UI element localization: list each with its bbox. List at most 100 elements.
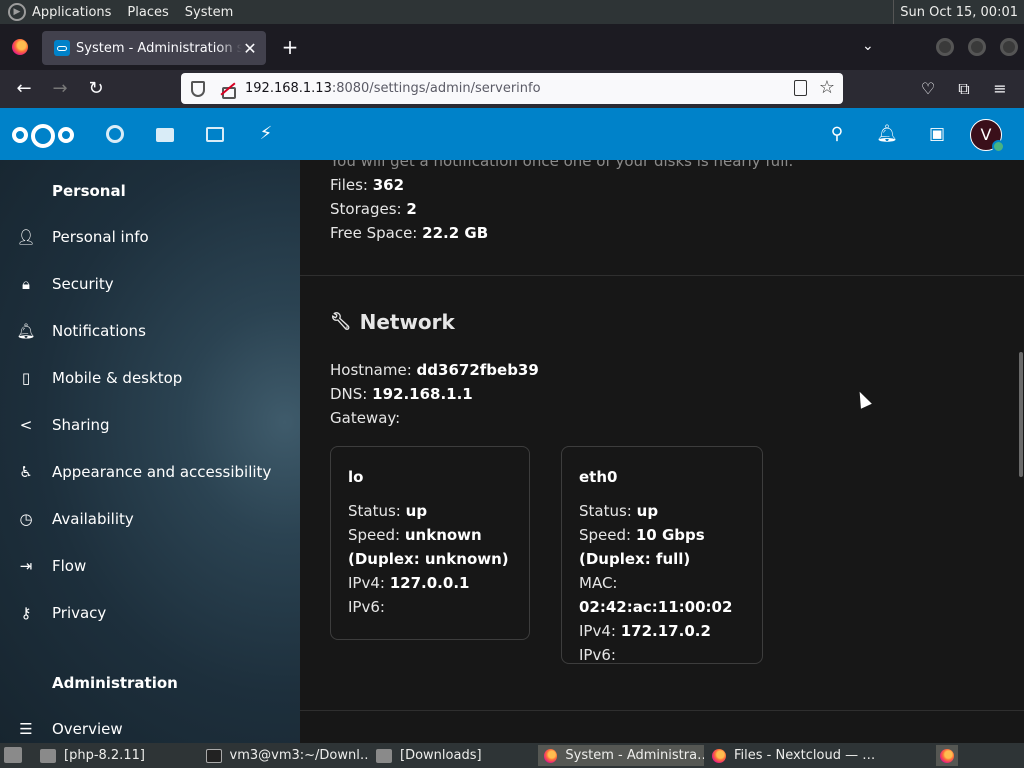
serverinfo-content: You will get a notification once one of … [300,160,1024,743]
sidebar-item-appearance[interactable]: ♿︎ Appearance and accessibility [0,452,300,492]
section-divider [300,275,1024,276]
url-text[interactable]: 192.168.1.13:8080/settings/admin/serveri… [245,81,541,96]
notifications-bell-icon[interactable]: 🔔︎ [876,123,898,145]
active-tab[interactable]: System - Administration settings ✕ [42,31,266,65]
url-bar[interactable]: 192.168.1.13:8080/settings/admin/serveri… [181,73,843,104]
list-all-tabs-chevron-icon[interactable]: ⌄ [862,38,874,54]
sidebar-item-notifications[interactable]: 🔔︎ Notifications [0,311,300,351]
share-icon: < [19,416,33,434]
reload-button[interactable]: ↻ [85,78,107,100]
sidebar-item-label: Mobile & desktop [52,369,183,387]
reader-view-icon[interactable] [794,80,807,96]
insecure-connection-lock-icon[interactable] [219,81,236,99]
sidebar-item-label: Notifications [52,322,146,340]
files-app-icon[interactable] [156,128,174,142]
firefox-icon[interactable] [12,39,28,55]
distro-logo-icon[interactable]: ▶ [8,3,26,21]
taskbar-item[interactable]: [php-8.2.11] [34,745,194,766]
section-divider [300,710,1024,711]
phone-icon: ▯ [21,369,31,387]
interface-status: Status: up [348,502,428,520]
sidebar-item-personal-info[interactable]: 👤︎ Personal info [0,217,300,257]
places-menu[interactable]: Places [127,5,168,20]
tray-firefox-icon[interactable] [936,745,958,766]
interface-ipv6: IPv6: [579,646,616,664]
interface-name: eth0 [579,468,618,486]
bell-icon: 🔔︎ [16,322,36,340]
new-tab-button[interactable]: + [278,36,302,60]
browser-nav-bar: ← → ↻ 192.168.1.13:8080/settings/admin/s… [0,70,1024,108]
sidebar-item-mobile-desktop[interactable]: ▯ Mobile & desktop [0,358,300,398]
storages-count: Storages: 2 [330,200,417,218]
dashboard-app-icon[interactable] [106,125,124,143]
sidebar-item-label: Privacy [52,604,107,622]
files-count: Files: 362 [330,176,405,194]
minimize-window-button[interactable] [936,38,954,56]
lock-icon: 🔒︎ [22,275,30,293]
close-tab-icon[interactable]: ✕ [242,39,258,58]
firefox-icon [544,748,558,763]
sidebar-item-label: Overview [52,720,123,738]
sidebar-item-overview[interactable]: ☰ Overview [0,709,300,743]
nextcloud-logo-icon[interactable] [12,124,76,148]
forward-button[interactable]: → [49,78,71,100]
applications-menu[interactable]: Applications [32,5,111,20]
online-status-icon [992,140,1005,153]
activity-app-icon[interactable]: ⚡ [256,124,276,144]
content-scrollbar[interactable] [1019,352,1023,477]
sidebar-item-label: Security [52,275,114,293]
bookmark-star-icon[interactable]: ☆ [819,78,835,98]
administration-caption: Administration [52,674,178,692]
sidebar-item-security[interactable]: 🔒︎ Security [0,264,300,304]
tab-title: System - Administration settings [76,40,242,56]
browser-tab-bar: System - Administration settings ✕ + ⌄ [0,24,1024,70]
pocket-icon[interactable]: ♡ [917,78,939,100]
sidebar-item-label: Sharing [52,416,110,434]
taskbar-item-active[interactable]: System - Administra… [538,745,704,766]
clock-icon: ◷ [19,510,33,528]
user-avatar[interactable]: V [970,119,1005,153]
panel-clock[interactable]: Sun Oct 15, 00:01 [893,0,1024,24]
back-button[interactable]: ← [13,78,35,100]
sidebar-item-privacy[interactable]: ⚷ Privacy [0,593,300,633]
taskbar-item[interactable]: Files - Nextcloud — … [706,745,876,766]
extensions-icon[interactable]: ⧉ [953,78,975,100]
folder-icon [376,748,392,763]
sidebar-item-label: Availability [52,510,134,528]
show-desktop-icon[interactable] [4,747,22,763]
interface-ipv4: IPv4: 172.17.0.2 [579,622,711,640]
gnome-top-panel: ▶ Applications Places System Sun Oct 15,… [0,0,1024,24]
interface-name: lo [348,468,364,486]
free-space: Free Space: 22.2 GB [330,224,489,242]
taskbar-item[interactable]: vm3@vm3:~/Downl… [200,745,368,766]
nextcloud-favicon-icon [54,40,70,56]
user-icon: 👤︎ [16,228,36,246]
dns: DNS: 192.168.1.1 [330,385,473,403]
wrench-icon: 🔧︎ [330,312,352,332]
interface-status: Status: up [579,502,659,520]
list-icon: ☰ [19,720,33,738]
interface-speed: Speed: unknown (Duplex: unknown) [348,526,509,568]
disk-notice: You will get a notification once one of … [330,160,794,170]
tracking-protection-shield-icon[interactable] [191,80,205,97]
taskbar-item[interactable]: [Downloads] [370,745,534,766]
sidebar-item-label: Personal info [52,228,149,246]
sidebar-item-sharing[interactable]: < Sharing [0,405,300,445]
menu-hamburger-icon[interactable]: ≡ [989,78,1011,100]
system-menu[interactable]: System [185,5,233,20]
contacts-icon[interactable]: ▣ [926,123,948,145]
sidebar-item-label: Appearance and accessibility [52,463,272,481]
folder-icon [40,748,56,763]
search-icon[interactable]: ⚲ [826,123,848,145]
maximize-window-button[interactable] [968,38,986,56]
interface-speed: Speed: 10 Gbps (Duplex: full) [579,526,705,568]
interface-card-lo: lo Status: up Speed: unknown (Duplex: un… [330,446,530,640]
close-window-button[interactable] [1000,38,1018,56]
sidebar-item-availability[interactable]: ◷ Availability [0,499,300,539]
interface-mac: MAC: 02:42:ac:11:00:02 [579,574,733,616]
sidebar-item-flow[interactable]: ⇥ Flow [0,546,300,586]
photos-app-icon[interactable] [206,127,224,142]
nextcloud-header: ⚡ ⚲ 🔔︎ ▣ [0,108,1024,160]
interface-ipv4: IPv4: 127.0.0.1 [348,574,470,592]
sidebar-item-label: Flow [52,557,87,575]
